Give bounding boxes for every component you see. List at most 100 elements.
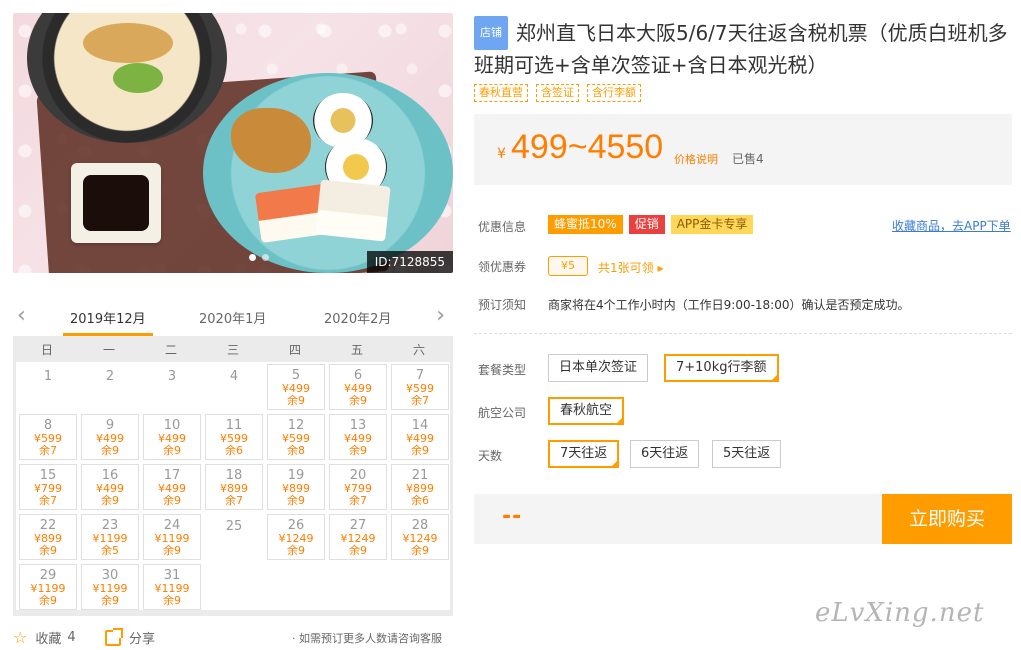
day-number: 23 (101, 518, 119, 533)
day-number: 19 (287, 468, 305, 483)
option-airline-chunqiu[interactable]: 春秋航空 (548, 397, 625, 425)
calendar-day-available[interactable]: 9 ¥499 余9 (81, 414, 139, 460)
day-number: 20 (349, 468, 367, 483)
shop-badge: 店铺 (474, 16, 508, 50)
calendar-day-available[interactable]: 5 ¥499 余9 (267, 364, 325, 410)
calendar-day-available[interactable]: 15 ¥799 余7 (19, 464, 77, 510)
option-package-baggage[interactable]: 7+10kg行李额 (664, 354, 779, 382)
calendar-day: 2 (81, 364, 139, 410)
day-number: 16 (101, 468, 119, 483)
day-stock: 余7 (225, 494, 243, 507)
calendar-day-available[interactable]: 10 ¥499 余9 (143, 414, 201, 460)
calendar-day-available[interactable]: 18 ¥899 余7 (205, 464, 263, 510)
calendar-day-available[interactable]: 29 ¥1199 余9 (19, 564, 77, 610)
calendar-day-available[interactable]: 30 ¥1199 余9 (81, 564, 139, 610)
weekday-label: 一 (102, 342, 115, 357)
share-label: 分享 (129, 632, 156, 647)
product-tags: 春秋直营 含签证 含行李额 (474, 84, 641, 102)
favorite-app-link[interactable]: 收藏商品，去APP下单 (892, 217, 1011, 234)
calendar-day-available[interactable]: 26 ¥1249 余9 (267, 514, 325, 560)
promo-badges: 蜂蜜抵10% 促销 APP金卡专享 (548, 215, 754, 234)
calendar-day-available[interactable]: 14 ¥499 余9 (391, 414, 449, 460)
day-number: 13 (349, 418, 367, 433)
calendar-grid: 1 2 3 4 5 ¥499 余9 6 ¥499 余9 7 ¥599 余7 8 ¥599 余7 9 ¥499 余9 1… (16, 362, 450, 610)
day-stock: 余9 (101, 494, 119, 507)
calendar-day-available[interactable]: 22 ¥899 余9 (19, 514, 77, 560)
coupon-more-link[interactable]: 共1张可领 ▸ (598, 259, 663, 276)
coupon-ticket[interactable]: ¥5 (548, 256, 588, 276)
buy-bar: -- 立即购买 (474, 494, 1012, 544)
airline-label: 航空公司 (478, 406, 527, 420)
option-days-5[interactable]: 5天往返 (712, 440, 782, 468)
price-description-link[interactable]: 价格说明 (674, 151, 718, 167)
calendar-day-available[interactable]: 16 ¥499 余9 (81, 464, 139, 510)
weekday-label: 六 (412, 342, 425, 357)
currency-symbol: ¥ (497, 146, 506, 162)
day-number: 28 (411, 518, 429, 533)
day-stock: 余9 (411, 444, 429, 457)
soy-sauce-dish (71, 163, 161, 243)
calendar-day-available[interactable]: 23 ¥1199 余5 (81, 514, 139, 560)
day-stock: 余9 (39, 544, 57, 557)
option-days-7[interactable]: 7天往返 (548, 440, 620, 468)
calendar-day-available[interactable]: 31 ¥1199 余9 (143, 564, 201, 610)
day-number: 15 (39, 468, 57, 483)
weekday-header: 日一二三四五六 (16, 336, 450, 362)
calendar-month-nav: ‹ 2019年12月 2020年1月 2020年2月 › (13, 300, 453, 336)
day-stock: 余9 (101, 444, 119, 457)
day-stock: 余7 (349, 494, 367, 507)
tab-month-next[interactable]: 2020年1月 (199, 308, 266, 327)
promo-app-badge[interactable]: APP金卡专享 (670, 215, 754, 234)
calendar-day-available[interactable]: 20 ¥799 余7 (329, 464, 387, 510)
day-number: 4 (229, 369, 239, 384)
calendar-day-available[interactable]: 19 ¥899 余9 (267, 464, 325, 510)
option-days-6[interactable]: 6天往返 (630, 440, 700, 468)
tag-chunqiu: 春秋直营 (474, 84, 528, 102)
carousel-dot[interactable] (249, 254, 256, 261)
calendar-day-available[interactable]: 6 ¥499 余9 (329, 364, 387, 410)
day-stock: 余9 (287, 544, 305, 557)
fried-tofu (83, 23, 173, 63)
tab-month-current[interactable]: 2019年12月 (70, 308, 146, 327)
calendar-day-available[interactable]: 7 ¥599 余7 (391, 364, 449, 410)
day-number: 7 (415, 368, 425, 383)
promo-honey-badge[interactable]: 蜂蜜抵10% (548, 215, 623, 234)
day-stock: 余9 (163, 544, 181, 557)
day-number: 31 (163, 568, 181, 583)
option-package-visa[interactable]: 日本单次签证 (548, 354, 649, 382)
image-id-label: ID:7128855 (366, 251, 453, 273)
buy-now-button[interactable]: 立即购买 (882, 494, 1012, 544)
calendar-day-available[interactable]: 24 ¥1199 余9 (143, 514, 201, 560)
calendar-day-available[interactable]: 12 ¥599 余8 (267, 414, 325, 460)
promo-sale-badge[interactable]: 促销 (628, 215, 665, 234)
share-button[interactable]: 分享 (105, 627, 156, 647)
day-number: 12 (287, 418, 305, 433)
calendar-day-available[interactable]: 17 ¥499 余9 (143, 464, 201, 510)
tab-month-after[interactable]: 2020年2月 (324, 308, 391, 327)
favorite-button[interactable]: ☆ 收藏 4 (13, 628, 76, 647)
sold-count: 已售4 (732, 152, 764, 166)
day-stock: 余6 (225, 444, 243, 457)
carousel-dot[interactable] (262, 254, 269, 261)
star-icon: ☆ (13, 627, 28, 647)
day-number: 3 (167, 369, 177, 384)
product-image[interactable]: ID:7128855 (13, 13, 453, 273)
prev-month-chevron-icon[interactable]: ‹ (17, 304, 26, 328)
carousel-dots[interactable] (249, 254, 269, 261)
calendar-day-available[interactable]: 8 ¥599 余7 (19, 414, 77, 460)
favorite-label: 收藏 (35, 632, 62, 647)
product-title: 店铺 郑州直飞日本大阪5/6/7天往返含税机票（优质白班机多班期可选+含单次签证+… (474, 16, 1019, 80)
day-stock: 余9 (287, 494, 305, 507)
calendar-day-available[interactable]: 13 ¥499 余9 (329, 414, 387, 460)
price-range: 499~4550 (511, 128, 664, 166)
calendar-day-available[interactable]: 21 ¥899 余6 (391, 464, 449, 510)
package-type-label: 套餐类型 (478, 363, 527, 377)
next-month-chevron-icon[interactable]: › (436, 304, 445, 328)
calendar-day-available[interactable]: 28 ¥1249 余9 (391, 514, 449, 560)
day-number: 26 (287, 518, 305, 533)
calendar-day: 4 (205, 364, 263, 410)
calendar-day-available[interactable]: 11 ¥599 余6 (205, 414, 263, 460)
consult-note: · 如需预订更多人数请咨询客服 (292, 632, 442, 645)
calendar-day-available[interactable]: 27 ¥1249 余9 (329, 514, 387, 560)
calendar-day: 3 (143, 364, 201, 410)
